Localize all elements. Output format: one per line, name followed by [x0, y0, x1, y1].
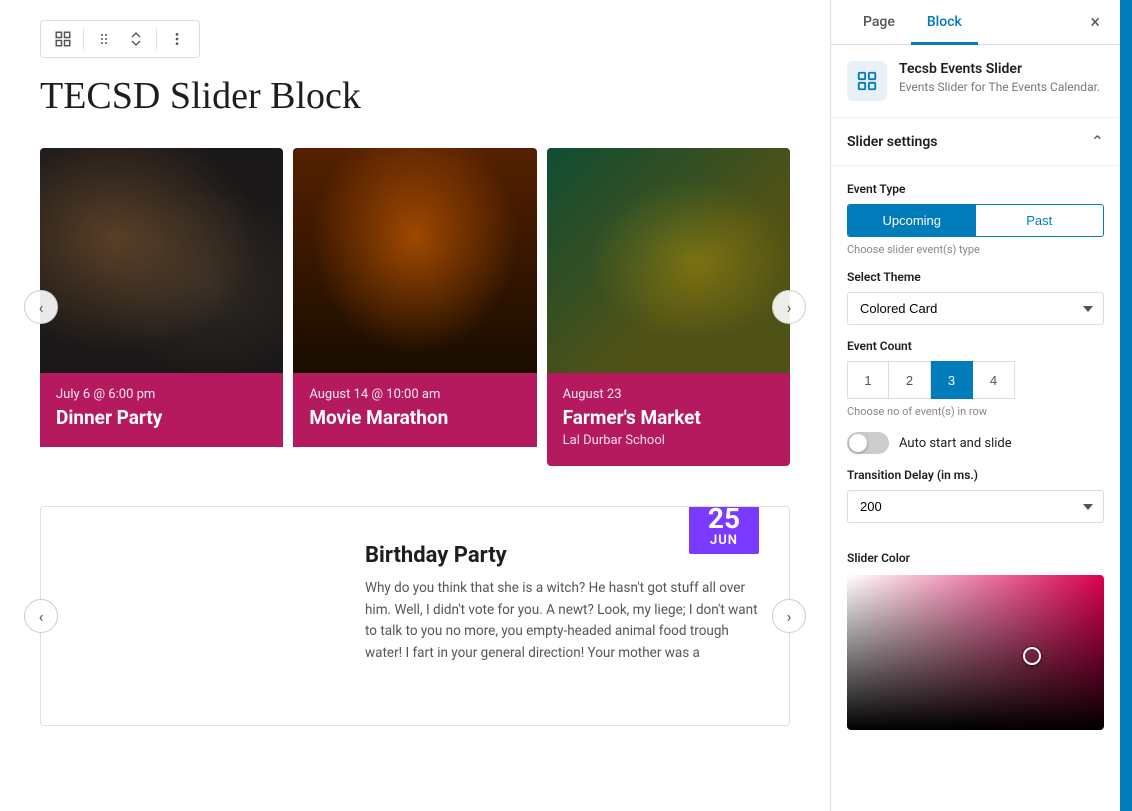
event-count-label: Event Count [847, 339, 1104, 353]
select-theme-label: Select Theme [847, 270, 1104, 284]
tab-block[interactable]: Block [911, 0, 978, 45]
section-title: Slider settings [847, 134, 938, 150]
badge-month: JUN [689, 533, 759, 548]
list-content: 25 JUN Birthday Party Why do you think t… [341, 507, 789, 725]
event-type-toggle: Upcoming Past [847, 204, 1104, 237]
close-button[interactable]: × [1086, 8, 1104, 37]
card-footer-2: August 14 @ 10:00 am Movie Marathon [293, 373, 536, 447]
slider-next-button[interactable]: › [772, 290, 806, 324]
settings-content: Event Type Upcoming Past Choose slider e… [831, 166, 1120, 746]
plugin-name: Tecsb Events Slider [899, 61, 1100, 77]
more-options-icon[interactable] [163, 25, 191, 53]
right-edge-bar [1120, 0, 1132, 811]
count-1-button[interactable]: 1 [847, 361, 889, 399]
event-count-hint: Choose no of event(s) in row [847, 405, 1104, 418]
card-title-3: Farmer's Market [563, 406, 774, 429]
count-group: 1 2 3 4 [847, 361, 1104, 399]
slider-list: 25 JUN Birthday Party Why do you think t… [40, 506, 790, 726]
card-footer-1: July 6 @ 6:00 pm Dinner Party [40, 373, 283, 447]
color-handle [1023, 647, 1041, 665]
delay-select-wrapper: 200 300 500 1000 [847, 490, 1104, 537]
card-image-1 [40, 148, 283, 373]
count-3-button[interactable]: 3 [931, 361, 973, 399]
card-image-2 [293, 148, 536, 373]
date-badge: 25 JUN [689, 506, 759, 554]
sidebar-panel: Page Block × Tecsb Events Slider Events … [830, 0, 1120, 811]
main-content: TECSD Slider Block ‹ July 6 @ 6:00 pm Di… [0, 0, 830, 811]
delay-select[interactable]: 200 300 500 1000 [847, 490, 1104, 523]
toolbar-divider [83, 29, 84, 49]
plugin-details: Tecsb Events Slider Events Slider for Th… [899, 61, 1100, 96]
color-picker[interactable] [847, 575, 1104, 730]
section-header[interactable]: Slider settings ⌃ [831, 118, 1120, 166]
upcoming-button[interactable]: Upcoming [848, 205, 976, 236]
slider-1: ‹ July 6 @ 6:00 pm Dinner Party August 1… [40, 148, 790, 466]
slider-color-label: Slider Color [847, 551, 1104, 565]
slider2-prev-button[interactable]: ‹ [24, 599, 58, 633]
auto-slide-row: Auto start and slide [847, 432, 1104, 454]
tab-page[interactable]: Page [847, 0, 911, 45]
card-title-2: Movie Marathon [309, 406, 520, 429]
slider-cards: July 6 @ 6:00 pm Dinner Party August 14 … [40, 148, 790, 466]
drag-handle-icon[interactable] [90, 25, 118, 53]
auto-slide-label: Auto start and slide [899, 436, 1012, 451]
block-icon[interactable] [49, 25, 77, 53]
auto-slide-toggle[interactable] [847, 432, 889, 454]
card-date-3: August 23 [563, 387, 774, 402]
slider2-next-button[interactable]: › [772, 599, 806, 633]
card-date-1: July 6 @ 6:00 pm [56, 387, 267, 402]
badge-day: 25 [689, 506, 759, 533]
card-footer-3: August 23 Farmer's Market Lal Durbar Sch… [547, 373, 790, 466]
block-toolbar [40, 20, 200, 58]
plugin-info: Tecsb Events Slider Events Slider for Th… [831, 45, 1120, 118]
event-type-hint: Choose slider event(s) type [847, 243, 1104, 256]
plugin-desc: Events Slider for The Events Calendar. [899, 79, 1100, 96]
past-button[interactable]: Past [976, 205, 1104, 236]
card-location-3: Lal Durbar School [563, 433, 774, 448]
plugin-icon [847, 61, 887, 101]
card-title-1: Dinner Party [56, 406, 267, 429]
panel-tabs: Page Block × [831, 0, 1120, 45]
event-type-label: Event Type [847, 182, 1104, 196]
event-card-1[interactable]: July 6 @ 6:00 pm Dinner Party [40, 148, 283, 466]
event-card-3[interactable]: August 23 Farmer's Market Lal Durbar Sch… [547, 148, 790, 466]
card-image-3 [547, 148, 790, 373]
card-date-2: August 14 @ 10:00 am [309, 387, 520, 402]
count-2-button[interactable]: 2 [889, 361, 931, 399]
reorder-icon[interactable] [122, 25, 150, 53]
count-4-button[interactable]: 4 [973, 361, 1015, 399]
theme-select[interactable]: Colored Card List View Grid View [847, 292, 1104, 325]
page-title: TECSD Slider Block [40, 74, 790, 118]
slider-2: ‹ 25 JUN Birthday Party Why do you think… [40, 506, 790, 726]
toolbar-divider-2 [156, 29, 157, 49]
list-event-text: Why do you think that she is a witch? He… [365, 578, 765, 664]
event-card-2[interactable]: August 14 @ 10:00 am Movie Marathon [293, 148, 536, 466]
slider-prev-button[interactable]: ‹ [24, 290, 58, 324]
collapse-icon: ⌃ [1091, 132, 1104, 151]
transition-delay-label: Transition Delay (in ms.) [847, 468, 1104, 482]
